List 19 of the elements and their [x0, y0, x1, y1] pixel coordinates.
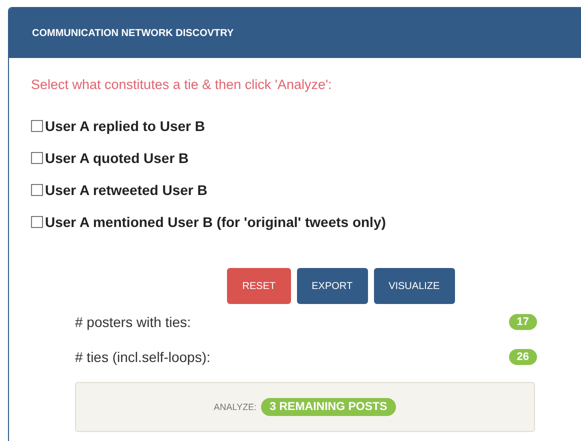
count-badge: 17 — [508, 314, 537, 330]
remaining-posts-badge: 3 REMAINING POSTS — [260, 398, 396, 416]
checkbox-label[interactable]: User A retweeted User B — [45, 182, 208, 198]
checkbox[interactable] — [31, 120, 43, 132]
checkbox-label[interactable]: User A mentioned User B (for 'original' tweets only) — [45, 214, 386, 230]
action-button[interactable]: EXPORT — [296, 268, 368, 304]
checkbox-label[interactable]: User A quoted User B — [45, 150, 189, 166]
checkbox[interactable] — [31, 216, 43, 228]
count-badge: 26 — [508, 348, 537, 364]
stat-label: # ties (incl.self-loops): — [75, 348, 210, 364]
analyze-button[interactable]: ANALYZE: 3 REMAINING POSTS — [75, 382, 535, 432]
checkbox[interactable] — [31, 152, 43, 164]
instruction-text: Select what constitutes a tie & then click 'Analyze': — [31, 77, 333, 92]
checkbox-label[interactable]: User A replied to User B — [45, 118, 206, 134]
panel-title: COMMUNICATION NETWORK DISCOVTRY — [32, 28, 234, 38]
action-button[interactable]: VISUALIZE — [374, 268, 455, 304]
checkbox[interactable] — [31, 184, 43, 196]
stat-label: # posters with ties: — [75, 314, 191, 330]
reset-button[interactable]: RESET — [227, 268, 291, 304]
